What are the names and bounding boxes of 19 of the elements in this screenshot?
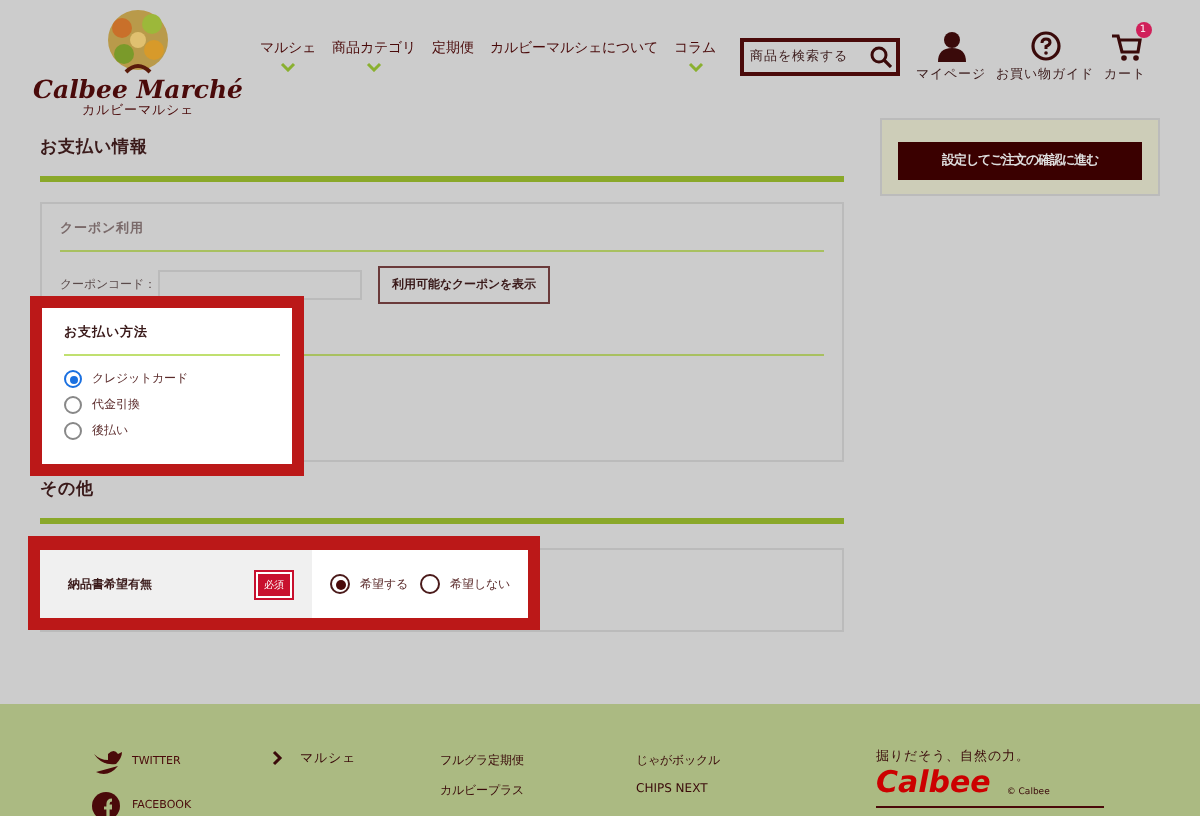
radio-button[interactable] [64, 422, 82, 440]
chevron-right-icon [272, 750, 284, 766]
radio-button[interactable] [330, 574, 350, 594]
cart-icon [1109, 29, 1141, 61]
bird-icon [92, 748, 122, 776]
help-icon [1029, 29, 1061, 61]
chevron-down-icon [366, 61, 382, 71]
input-field[interactable] [158, 270, 362, 300]
section-title: その他 [40, 478, 96, 504]
chevron-down-icon [280, 61, 296, 71]
search-icon [870, 45, 892, 67]
radio-button[interactable] [420, 574, 440, 594]
logo-text: Calbee Marché [33, 75, 243, 103]
radio-button[interactable] [64, 396, 82, 414]
section-title: お支払い情報 [40, 136, 150, 162]
radio-button[interactable] [64, 370, 82, 388]
person-icon [935, 29, 967, 61]
brand-logo: Calbee [876, 766, 991, 798]
chevron-down-icon [687, 61, 703, 71]
